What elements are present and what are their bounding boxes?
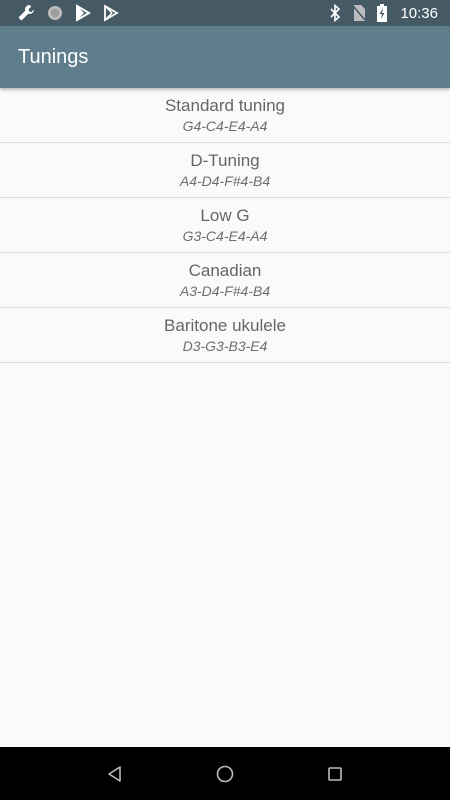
tuning-name: Canadian xyxy=(188,260,262,280)
page-title: Tunings xyxy=(18,45,89,68)
app-bar: Tunings xyxy=(0,26,450,88)
no-sim-icon xyxy=(352,4,367,22)
home-icon xyxy=(215,764,235,784)
status-left-icons xyxy=(16,3,120,23)
back-button[interactable] xyxy=(95,754,135,794)
status-bar: 10:36 xyxy=(0,0,450,26)
tuning-item-d-tuning[interactable]: D-Tuning A4-D4-F#4-B4 xyxy=(0,143,450,198)
status-right-icons: 10:36 xyxy=(328,4,438,22)
tuning-name: Low G xyxy=(200,205,250,225)
tuning-name: D-Tuning xyxy=(190,150,260,170)
tuning-name: Baritone ukulele xyxy=(164,315,286,335)
battery-charging-icon xyxy=(376,4,388,22)
tuning-item-standard[interactable]: Standard tuning G4-C4-E4-A4 xyxy=(0,88,450,143)
recents-icon xyxy=(327,766,343,782)
tuning-notes: D3-G3-B3-E4 xyxy=(182,337,268,354)
tuning-name: Standard tuning xyxy=(164,95,286,115)
play-store-outline-icon xyxy=(102,4,120,22)
tuning-notes: G4-C4-E4-A4 xyxy=(182,117,268,134)
tunings-list: Standard tuning G4-C4-E4-A4 D-Tuning A4-… xyxy=(0,88,450,363)
tuning-notes: A4-D4-F#4-B4 xyxy=(179,172,271,189)
tuning-item-baritone[interactable]: Baritone ukulele D3-G3-B3-E4 xyxy=(0,308,450,363)
home-button[interactable] xyxy=(205,754,245,794)
play-store-icon xyxy=(74,4,92,22)
wrench-icon xyxy=(16,3,36,23)
tuning-notes: A3-D4-F#4-B4 xyxy=(179,282,271,299)
tuning-item-canadian[interactable]: Canadian A3-D4-F#4-B4 xyxy=(0,253,450,308)
circle-dot-icon xyxy=(46,4,64,22)
tuning-notes: G3-C4-E4-A4 xyxy=(182,227,268,244)
status-time: 10:36 xyxy=(400,4,438,22)
bluetooth-icon xyxy=(328,4,342,22)
recents-button[interactable] xyxy=(315,754,355,794)
navigation-bar xyxy=(0,747,450,800)
tuning-item-low-g[interactable]: Low G G3-C4-E4-A4 xyxy=(0,198,450,253)
back-icon xyxy=(106,765,124,783)
